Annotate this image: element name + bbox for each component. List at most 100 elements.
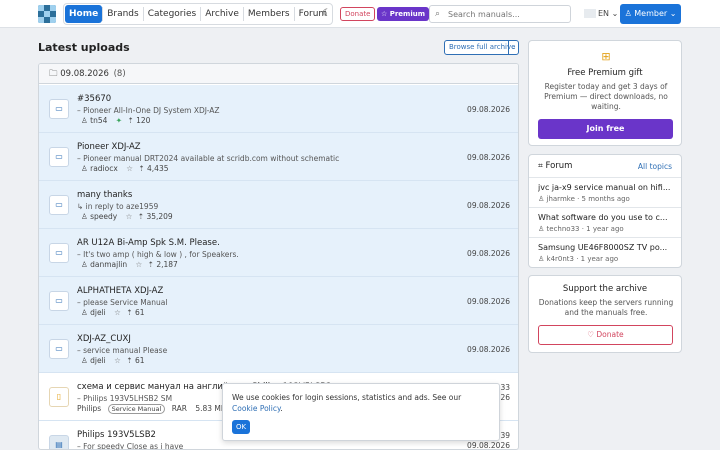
item-title[interactable]: many thanks: [77, 190, 132, 200]
item-title[interactable]: #35670: [77, 94, 111, 104]
nav-archive[interactable]: Archive: [201, 5, 243, 23]
browse-archive-button[interactable]: Browse full archive ⌄: [444, 40, 519, 55]
item-title[interactable]: Philips 193V5LSB2: [77, 430, 156, 440]
item-count: 2,187: [156, 260, 178, 269]
upload-icon: ⇡: [138, 164, 145, 173]
cookie-banner: We use cookies for login sessions, stati…: [222, 383, 500, 441]
forum-topic[interactable]: jvc ja-x9 service manual on hifi... ♙ jh…: [529, 178, 681, 208]
support-title: Support the archive: [562, 284, 648, 294]
group-count: (8): [113, 69, 126, 79]
item-user[interactable]: radiocx: [90, 164, 118, 173]
forum-header: ⌗ Forum All topics: [529, 155, 681, 178]
cookie-ok-button[interactable]: OK: [232, 420, 250, 434]
topic-title[interactable]: Samsung UE46F8000SZ TV po...: [538, 243, 674, 252]
chevron-down-icon[interactable]: ⌄: [508, 41, 518, 54]
upload-icon: ⇡: [127, 116, 134, 125]
item-date: 09.08.2026: [467, 153, 510, 162]
item-count: 35,209: [146, 212, 173, 221]
all-topics-link[interactable]: All topics: [638, 162, 672, 171]
item-date: 09.08.2026: [467, 249, 510, 258]
join-free-button[interactable]: Join free: [538, 119, 673, 139]
topic-title[interactable]: jvc ja-x9 service manual on hifi...: [538, 183, 674, 192]
item-date: 09.08.2026: [467, 105, 510, 114]
item-subtitle: – Philips 193V5LHSB2 SM: [77, 394, 173, 403]
support-description: Donations keep the servers running and t…: [538, 298, 674, 317]
cookie-policy-link[interactable]: Cookie Policy: [232, 404, 280, 413]
list-item[interactable]: ▭ XDJ-AZ_CUXJ – service manual Please ♙ …: [39, 325, 518, 373]
item-subtitle: – service manual Please: [77, 346, 168, 355]
nav-categories[interactable]: Categories: [144, 5, 201, 23]
language-selector[interactable]: EN ⌄: [598, 9, 618, 18]
item-count: 120: [136, 116, 151, 125]
site-logo[interactable]: [38, 5, 56, 23]
topic-meta: ♙ techno33 · 1 year ago: [538, 225, 624, 233]
category-badge[interactable]: Service Manual: [107, 404, 166, 414]
cookie-message-end: .: [280, 404, 283, 413]
forum-topic[interactable]: What software do you use to c... ♙ techn…: [529, 208, 681, 238]
item-meta: ♙ djeli ☆ ⇡ 61: [81, 356, 145, 365]
chat-icon: ▭: [49, 195, 69, 215]
topic-title[interactable]: What software do you use to c...: [538, 213, 674, 222]
item-time: 39: [500, 431, 510, 440]
topic-meta-text: k4r0nt3 · 1 year ago: [546, 255, 619, 263]
item-date: 09.08.2026: [467, 201, 510, 210]
nav-members[interactable]: Members: [244, 5, 294, 23]
item-brand[interactable]: Philips: [77, 404, 101, 413]
item-user[interactable]: djeli: [90, 308, 106, 317]
donate-button[interactable]: Donate: [340, 7, 376, 21]
user-icon: ♙: [81, 308, 88, 317]
user-icon: ♙: [81, 116, 88, 125]
item-date: 09.08.2026: [467, 297, 510, 306]
list-item[interactable]: ▭ ALPHATHETA XDJ-AZ – please Service Man…: [39, 277, 518, 325]
item-title[interactable]: AR U12A Bi-Amp Spk S.M. Please.: [77, 238, 220, 248]
list-item[interactable]: ▭ Pioneer XDJ-AZ – Pioneer manual DRT202…: [39, 133, 518, 181]
support-donate-button[interactable]: ♡ Donate: [538, 325, 673, 345]
item-time: 33: [500, 383, 510, 392]
star-icon: ☆: [114, 356, 121, 365]
item-user[interactable]: speedy: [90, 212, 117, 221]
member-button[interactable]: ♙ Member ⌄: [620, 4, 681, 24]
list-item[interactable]: ▭ #35670 – Pioneer All-In-One DJ System …: [39, 85, 518, 133]
leaf-icon: ✦: [115, 116, 123, 125]
topic-meta: ♙ jharmke · 5 months ago: [538, 195, 630, 203]
list-item[interactable]: ▭ many thanks ↳ in reply to aze1959 ♙ sp…: [39, 181, 518, 229]
item-user[interactable]: danmajlin: [90, 260, 127, 269]
chat-icon: ▭: [49, 243, 69, 263]
gift-title: Free Premium gift: [567, 68, 643, 78]
browse-archive-label: Browse full archive: [449, 43, 516, 51]
item-date: 09.08.2026: [467, 441, 510, 450]
moon-icon[interactable]: ☾: [322, 8, 331, 19]
item-title[interactable]: XDJ-AZ_CUXJ: [77, 334, 131, 344]
item-meta: ♙ djeli ☆ ⇡ 61: [81, 308, 145, 317]
item-meta: ♙ speedy ☆ ⇡ 35,209: [81, 212, 173, 221]
item-subtitle: – It's two amp ( high & low ) , for Spea…: [77, 250, 239, 259]
group-date: 09.08.2026: [60, 69, 109, 79]
forum-icon: ⌗: [538, 161, 543, 171]
search-box[interactable]: ⌕: [429, 5, 571, 23]
item-count: 61: [134, 356, 145, 365]
item-user[interactable]: tn54: [90, 116, 107, 125]
star-icon: ☆: [114, 308, 121, 317]
user-icon: ♙: [81, 356, 88, 365]
topic-meta-text: jharmke · 5 months ago: [546, 195, 630, 203]
nav-brands[interactable]: Brands: [103, 5, 143, 23]
item-title[interactable]: ALPHATHETA XDJ-AZ: [77, 286, 163, 296]
upload-icon: ⇡: [126, 308, 133, 317]
list-item[interactable]: ▭ AR U12A Bi-Amp Spk S.M. Please. – It's…: [39, 229, 518, 277]
item-meta: ♙ radiocx ☆ ⇡ 4,435: [81, 164, 169, 173]
nav-home[interactable]: Home: [65, 5, 103, 23]
date-group-header[interactable]: 🗀 09.08.2026 (8): [39, 64, 518, 84]
item-meta: Philips Service Manual RAR 5.83 MB: [77, 404, 226, 414]
item-meta: ♙ danmajlin ☆ ⇡ 2,187: [81, 260, 178, 269]
forum-topic[interactable]: Samsung UE46F8000SZ TV po... ♙ k4r0nt3 ·…: [529, 238, 681, 268]
star-icon: ☆: [135, 260, 143, 269]
item-count: 61: [134, 308, 145, 317]
item-user[interactable]: djeli: [90, 356, 106, 365]
item-format: RAR: [171, 404, 187, 413]
premium-gift-card: ⊞ Free Premium gift Register today and g…: [528, 40, 682, 146]
search-input[interactable]: [448, 8, 568, 21]
cookie-message: We use cookies for login sessions, stati…: [232, 393, 462, 402]
premium-button[interactable]: ☆ Premium: [377, 7, 430, 21]
item-title[interactable]: Pioneer XDJ-AZ: [77, 142, 141, 152]
user-icon: ♙: [538, 225, 545, 233]
